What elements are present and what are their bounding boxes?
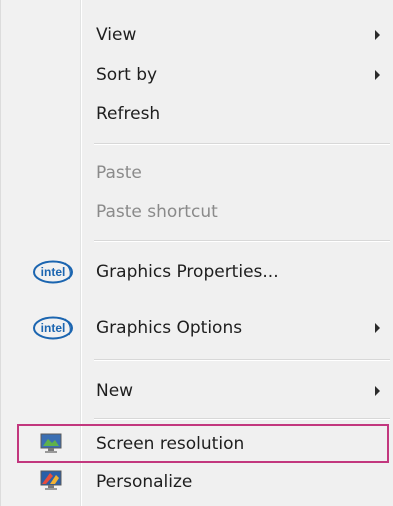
menu-item-paste-shortcut[interactable]: Paste shortcut (10, 193, 390, 231)
menu-left-edge (0, 0, 1, 506)
menu-item-label: New (96, 381, 134, 401)
menu-separator (94, 240, 390, 242)
menu-item-label: Sort by (96, 65, 158, 85)
menu-item-view[interactable]: View (10, 16, 390, 54)
intel-logo-icon: intel (32, 259, 74, 289)
menu-separator (94, 143, 390, 145)
submenu-arrow-icon (375, 323, 380, 333)
menu-item-graphics-properties[interactable]: intel Graphics Properties... (10, 253, 390, 291)
menu-item-label: Paste shortcut (96, 202, 218, 222)
menu-item-personalize[interactable]: Personalize (10, 463, 390, 501)
submenu-arrow-icon (375, 70, 380, 80)
submenu-arrow-icon (375, 386, 380, 396)
menu-separator (94, 418, 390, 420)
menu-separator (94, 359, 390, 361)
highlight-frame (17, 424, 389, 463)
menu-item-new[interactable]: New (10, 372, 390, 410)
menu-item-paste[interactable]: Paste (10, 154, 390, 192)
menu-item-sort-by[interactable]: Sort by (10, 56, 390, 94)
menu-item-refresh[interactable]: Refresh (10, 95, 390, 133)
desktop-context-menu: View Sort by Refresh Paste Paste shortcu… (0, 0, 393, 506)
menu-item-label: View (96, 25, 137, 45)
menu-item-graphics-options[interactable]: intel Graphics Options (10, 309, 390, 347)
intel-logo-icon: intel (32, 315, 74, 345)
menu-item-label: Paste (96, 163, 142, 183)
menu-item-label: Refresh (96, 104, 161, 124)
personalize-monitor-icon (40, 470, 62, 496)
menu-item-label: Graphics Options (96, 318, 243, 338)
menu-item-label: Graphics Properties... (96, 262, 279, 282)
submenu-arrow-icon (375, 30, 380, 40)
svg-text:intel: intel (41, 265, 66, 279)
svg-text:intel: intel (41, 321, 66, 335)
menu-item-label: Personalize (96, 472, 193, 492)
